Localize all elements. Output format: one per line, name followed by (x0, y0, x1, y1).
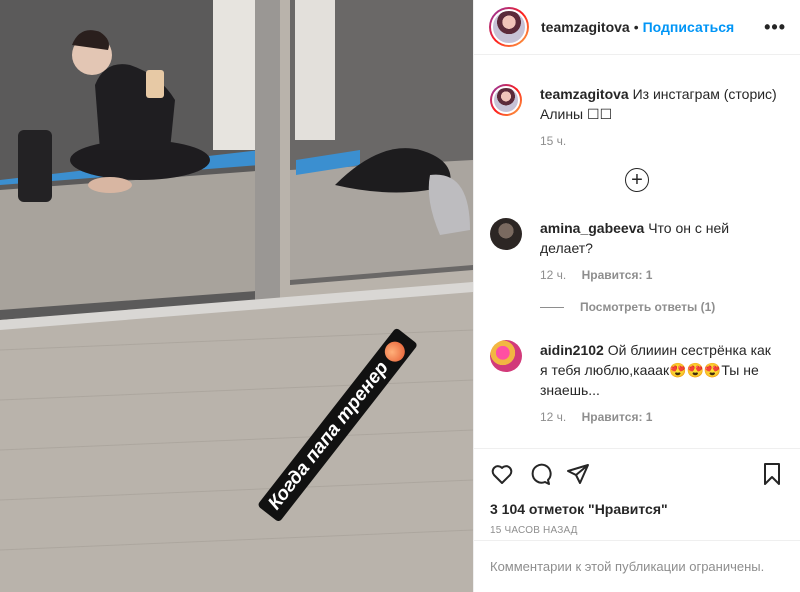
post-timestamp: 15 ЧАСОВ НАЗАД (490, 525, 578, 536)
comment-username[interactable]: aidin2102 (540, 342, 604, 358)
replies-divider (540, 306, 564, 308)
comment-text: amina_gabeeva Что он с ней делает? (540, 218, 784, 258)
view-replies-label[interactable]: Посмотреть ответы (1) (580, 300, 715, 314)
action-icons (490, 461, 784, 487)
comment-item: amina_gabeeva Что он с ней делает? 12 ч.… (490, 218, 784, 282)
caption-time: 15 ч. (540, 134, 567, 148)
hot-face-emoji-icon (380, 337, 409, 366)
caption-text: teamzagitova Из инстаграм (сторис) Алины… (540, 84, 784, 124)
more-options-icon[interactable]: ••• (764, 17, 786, 38)
comment-username[interactable]: amina_gabeeva (540, 220, 644, 236)
comments-list[interactable]: teamzagitova Из инстаграм (сторис) Алины… (474, 56, 800, 448)
header-separator: • (633, 19, 639, 35)
comments-restricted-notice: Комментарии к этой публикации ограничены… (474, 540, 800, 592)
share-icon[interactable] (566, 462, 590, 486)
comment-item: aidin2102 Ой блииин сестрёнка как я тебя… (490, 340, 784, 424)
comment-meta: 12 ч. Нравится: 1 (540, 410, 780, 424)
post-sidebar: teamzagitova • Подписаться ••• teamzagit… (473, 0, 800, 592)
heart-icon[interactable] (490, 462, 514, 486)
follow-button[interactable]: Подписаться (643, 19, 735, 35)
commenter-avatar[interactable] (490, 340, 522, 372)
author-avatar[interactable] (489, 7, 529, 47)
comment-likes[interactable]: Нравится: 1 (582, 268, 653, 282)
caption: teamzagitova Из инстаграм (сторис) Алины… (490, 84, 784, 148)
comment-text: aidin2102 Ой блииин сестрёнка как я тебя… (540, 340, 780, 400)
commenter-avatar[interactable] (490, 218, 522, 250)
caption-avatar[interactable] (490, 84, 522, 116)
caption-emoji: ☐☐ (587, 106, 613, 122)
author-username[interactable]: teamzagitova (541, 19, 630, 35)
add-comment-icon[interactable]: + (625, 168, 649, 192)
comment-meta: 12 ч. Нравится: 1 (540, 268, 784, 282)
caption-username[interactable]: teamzagitova (540, 86, 629, 102)
post-header: teamzagitova • Подписаться ••• (474, 0, 800, 55)
comment-likes[interactable]: Нравится: 1 (582, 410, 653, 424)
post-actions: 3 104 отметок "Нравится" 15 ЧАСОВ НАЗАД (474, 448, 800, 536)
likes-count[interactable]: 3 104 отметок "Нравится" (490, 501, 784, 517)
comment-time: 12 ч. (540, 268, 567, 282)
comment-time: 12 ч. (540, 410, 567, 424)
post-photo[interactable]: Когда папа тренер (0, 0, 473, 592)
view-replies-button[interactable]: Посмотреть ответы (1) (540, 300, 784, 314)
bookmark-icon[interactable] (760, 462, 784, 486)
photo-scene (0, 0, 473, 592)
comment-icon[interactable] (528, 462, 552, 486)
load-more-comments-button[interactable]: + (490, 168, 784, 192)
